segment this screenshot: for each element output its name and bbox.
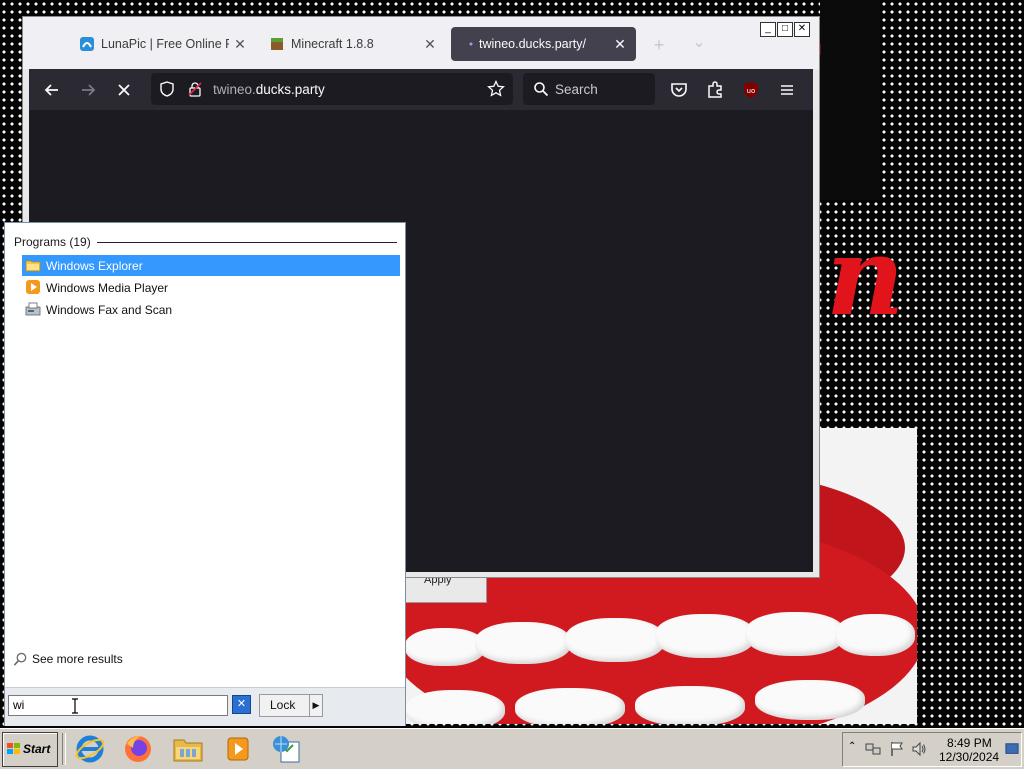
show-hidden-icons-chevron[interactable]: ⌃ bbox=[848, 741, 856, 752]
cake-frosting bbox=[655, 614, 755, 658]
tab-label: LunaPic | Free Online Ph bbox=[101, 37, 229, 51]
fax-icon bbox=[25, 302, 41, 316]
list-all-tabs-button[interactable]: ⌄ bbox=[689, 33, 709, 53]
tab-label: twineo.ducks.party/ bbox=[479, 37, 586, 51]
search-placeholder: Search bbox=[555, 82, 598, 97]
tab-label: Minecraft 1.8.8 bbox=[291, 37, 374, 51]
search-icon bbox=[534, 82, 549, 97]
media-player-icon bbox=[26, 280, 40, 294]
start-search-value: wi bbox=[13, 698, 25, 712]
cake-frosting bbox=[745, 612, 845, 656]
new-tab-button[interactable]: + bbox=[649, 35, 669, 55]
program-windows-media-player[interactable]: Windows Media Player bbox=[22, 277, 400, 298]
program-label: Windows Explorer bbox=[46, 259, 143, 273]
action-center-flag-icon[interactable] bbox=[889, 741, 905, 757]
see-more-results-link[interactable]: See more results bbox=[13, 651, 213, 669]
shield-icon[interactable] bbox=[159, 81, 175, 97]
lock-button[interactable]: Lock bbox=[259, 694, 311, 717]
cake-frosting bbox=[835, 614, 915, 656]
magnifier-icon bbox=[13, 652, 27, 666]
tab-lunapic[interactable]: LunaPic | Free Online Ph ✕ bbox=[69, 27, 249, 61]
stop-loading-icon[interactable] bbox=[113, 79, 135, 101]
url-domain: ducks.party bbox=[255, 82, 325, 97]
folder-icon bbox=[25, 260, 41, 272]
notification-area: ⌃ 8:49 PM 12/30/2024 bbox=[842, 732, 1022, 767]
cake-frosting bbox=[405, 628, 485, 666]
clear-search-button[interactable]: ✕ bbox=[232, 695, 251, 714]
section-divider bbox=[97, 242, 397, 243]
tab-strip: LunaPic | Free Online Ph ✕ Minecraft 1.8… bbox=[23, 17, 819, 69]
cake-frosting bbox=[755, 680, 865, 720]
minecraft-favicon bbox=[271, 38, 283, 50]
cake-frosting bbox=[565, 618, 665, 662]
back-arrow-icon[interactable] bbox=[41, 79, 63, 101]
explorer-folder-icon[interactable] bbox=[168, 732, 208, 766]
start-menu-footer: wi ✕ Lock ▶ bbox=[5, 687, 405, 726]
tab-minecraft[interactable]: Minecraft 1.8.8 ✕ bbox=[259, 27, 439, 61]
url-subdomain: twineo. bbox=[213, 82, 256, 97]
power-options-arrow-button[interactable]: ▶ bbox=[309, 694, 323, 717]
pocket-icon[interactable] bbox=[668, 79, 690, 101]
wallpaper-red-letter: n bbox=[826, 214, 905, 340]
navigation-toolbar: twineo.ducks.party Search uo bbox=[29, 69, 813, 110]
close-tab-icon[interactable]: ✕ bbox=[231, 35, 249, 53]
ublock-origin-icon[interactable]: uo bbox=[740, 79, 762, 101]
program-windows-explorer[interactable]: Windows Explorer bbox=[22, 255, 400, 276]
internet-explorer-icon[interactable] bbox=[70, 732, 110, 766]
lock-warning-icon[interactable] bbox=[187, 81, 203, 97]
start-menu: Programs (19) Windows Explorer Windows M… bbox=[4, 222, 406, 726]
cake-frosting bbox=[475, 622, 571, 664]
svg-text:uo: uo bbox=[747, 87, 756, 95]
bookmark-star-icon[interactable] bbox=[487, 80, 505, 98]
cake-frosting bbox=[635, 686, 745, 724]
lock-button-label: Lock bbox=[270, 698, 296, 712]
close-tab-icon[interactable]: ✕ bbox=[611, 35, 629, 53]
volume-icon[interactable] bbox=[911, 741, 927, 757]
cake-frosting bbox=[515, 688, 625, 724]
hamburger-menu-icon[interactable] bbox=[776, 79, 798, 101]
media-player-icon[interactable] bbox=[218, 732, 258, 766]
url-bar[interactable]: twineo.ducks.party bbox=[151, 73, 513, 105]
search-input[interactable]: Search bbox=[523, 73, 655, 105]
text-cursor-icon bbox=[72, 698, 78, 714]
forward-arrow-icon[interactable] bbox=[77, 79, 99, 101]
minimize-button[interactable]: _ bbox=[760, 22, 776, 37]
close-tab-icon[interactable]: ✕ bbox=[421, 35, 439, 53]
start-button[interactable]: Start bbox=[2, 732, 58, 767]
clock-time[interactable]: 8:49 PM bbox=[947, 736, 992, 750]
close-window-button[interactable]: ✕ bbox=[794, 22, 810, 37]
taskbar: Start ⌃ 8:49 PM 12/30/2024 bbox=[0, 728, 1024, 769]
program-label: Windows Fax and Scan bbox=[46, 303, 173, 317]
start-label: Start bbox=[23, 742, 51, 756]
firefox-icon[interactable] bbox=[118, 732, 158, 766]
cake-frosting bbox=[405, 690, 505, 724]
control-panel-icon[interactable] bbox=[266, 732, 306, 766]
program-label: Windows Media Player bbox=[46, 281, 169, 295]
program-windows-fax-and-scan[interactable]: Windows Fax and Scan bbox=[22, 299, 400, 320]
url-text[interactable]: twineo.ducks.party bbox=[213, 82, 325, 97]
windows-logo-icon bbox=[7, 743, 20, 754]
show-desktop-icon[interactable] bbox=[1005, 742, 1019, 756]
wallpaper-dark-region bbox=[820, 0, 880, 200]
clock-date[interactable]: 12/30/2024 bbox=[939, 750, 999, 764]
see-more-label: See more results bbox=[32, 652, 123, 666]
extensions-puzzle-icon[interactable] bbox=[704, 79, 726, 101]
start-search-input[interactable]: wi bbox=[8, 695, 228, 716]
tab-twineo[interactable]: twineo.ducks.party/ ✕ bbox=[451, 27, 636, 61]
network-icon[interactable] bbox=[865, 741, 881, 757]
programs-section-title: Programs (19) bbox=[14, 235, 91, 249]
lunapic-favicon bbox=[80, 37, 94, 51]
maximize-button[interactable]: □ bbox=[777, 22, 793, 37]
taskbar-separator bbox=[62, 733, 66, 765]
